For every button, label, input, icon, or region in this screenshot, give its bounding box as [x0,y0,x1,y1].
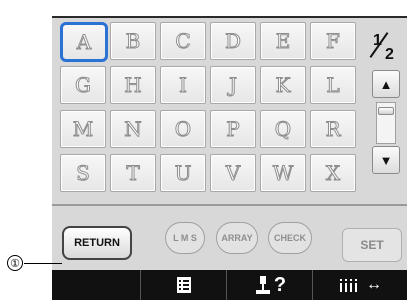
key-c[interactable]: C [160,22,206,60]
key-label: C [175,29,191,54]
spacing-button[interactable]: ↔ [314,270,406,300]
double-arrow-icon: ↔ [366,276,382,293]
key-q[interactable]: Q [260,110,306,148]
key-s[interactable]: S [60,154,106,192]
key-label: F [326,29,341,54]
key-label: E [275,29,291,54]
key-m[interactable]: M [60,110,106,148]
return-label: RETURN [74,237,120,249]
key-e[interactable]: E [260,22,306,60]
sewing-machine-icon [255,276,270,294]
scrollbar-track[interactable] [376,102,396,144]
key-label: B [125,29,141,54]
key-t[interactable]: T [110,154,156,192]
key-r[interactable]: R [310,110,356,148]
triangle-down-icon: ▼ [379,152,393,168]
key-v[interactable]: V [210,154,256,192]
array-label: ARRAY [221,233,253,243]
check-label: CHECK [273,233,306,243]
key-w[interactable]: W [260,154,306,192]
key-label: O [174,117,192,142]
triangle-up-icon: ▲ [379,76,393,92]
lms-label: L M S [173,233,197,243]
set-button[interactable]: SET [342,228,402,262]
scrollbar-thumb[interactable] [378,107,394,115]
checklist-icon [177,277,191,293]
key-label: V [225,161,241,186]
key-j[interactable]: J [210,66,256,104]
key-n[interactable]: N [110,110,156,148]
help-button[interactable]: ? [228,270,312,300]
key-label: W [272,161,294,186]
key-label: P [226,117,241,142]
key-label: D [224,29,242,54]
check-button[interactable]: CHECK [268,222,312,254]
key-a[interactable]: A [60,22,108,62]
page-total: 2 [385,46,394,63]
key-h[interactable]: H [110,66,156,104]
return-button[interactable]: RETURN [62,226,132,260]
key-label: G [75,73,92,98]
key-label: A [76,30,92,55]
scroll-up-button[interactable]: ▲ [372,70,400,98]
key-l[interactable]: L [310,66,356,104]
checklist-button[interactable] [142,270,226,300]
key-label: L [326,73,340,98]
key-u[interactable]: U [160,154,206,192]
key-label: K [275,73,291,98]
key-label: U [174,161,192,186]
key-label: J [228,73,238,98]
callout-label: ① [10,257,20,270]
key-label: T [126,161,140,186]
key-f[interactable]: F [310,22,356,60]
callout-leader-line [24,263,62,264]
toolbar-separator [226,270,227,300]
key-label: Q [274,117,292,142]
key-label: H [124,73,142,98]
key-k[interactable]: K [260,66,306,104]
spacing-icon [340,279,357,292]
key-label: S [76,161,91,186]
toolbar-separator [140,270,141,300]
callout-number: ① [7,255,23,271]
key-g[interactable]: G [60,66,106,104]
toolbar-separator [312,270,313,300]
key-b[interactable]: B [110,22,156,60]
question-mark-icon: ? [273,273,287,296]
key-x[interactable]: X [310,154,356,192]
key-p[interactable]: P [210,110,256,148]
key-label: I [179,73,188,98]
key-d[interactable]: D [210,22,256,60]
character-grid: A B C D E F G H I J K L M N O P Q R S T … [60,22,356,196]
key-label: X [325,161,341,186]
divider [52,204,407,206]
set-label: SET [360,238,384,252]
key-label: N [124,117,142,142]
array-button[interactable]: ARRAY [216,222,258,254]
title-bar [52,0,407,18]
key-label: R [325,117,341,142]
key-i[interactable]: I [160,66,206,104]
scroll-down-button[interactable]: ▼ [372,146,400,174]
key-label: M [72,117,94,142]
lms-button[interactable]: L M S [165,222,205,254]
key-o[interactable]: O [160,110,206,148]
page-indicator: 1 2 [369,30,400,66]
